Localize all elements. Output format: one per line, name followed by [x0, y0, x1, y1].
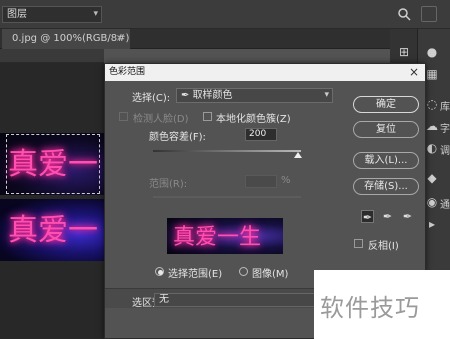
- range-slider-track: [153, 196, 301, 198]
- invert-checkbox[interactable]: [354, 239, 363, 248]
- eyedropper-icon: ✒: [181, 90, 193, 101]
- layers-icon[interactable]: ◆: [424, 170, 440, 186]
- save-button[interactable]: 存储(S)...: [353, 178, 419, 195]
- layer-select-value: 图层: [7, 9, 27, 20]
- selection-preview-value: 无: [159, 294, 169, 305]
- dock-label-char: 字: [440, 124, 450, 135]
- selection-radio-label: 选择范围(E): [168, 269, 223, 280]
- close-icon[interactable]: ×: [409, 64, 419, 81]
- selection-preview-image: 真爱一生: [167, 218, 283, 254]
- canvas-image-bottom[interactable]: 真爱一: [0, 199, 104, 261]
- learn-icon[interactable]: ◌: [424, 96, 440, 112]
- select-dropdown[interactable]: ✒ 取样颜色 ▾: [176, 88, 333, 103]
- eyedropper-minus-icon[interactable]: ✒: [401, 210, 414, 223]
- dialog-title-bar[interactable]: 色彩范围: [105, 64, 425, 81]
- fuzziness-label: 颜色容差(F):: [149, 132, 206, 143]
- close-icon[interactable]: ×: [116, 29, 124, 49]
- document-tab-bar: 0.jpg @ 100%(RGB/8#) ×: [0, 29, 390, 49]
- detect-faces-checkbox: [119, 112, 128, 121]
- dock-label-library: 库: [440, 102, 450, 113]
- layer-sample-select[interactable]: 图层 ▾: [2, 6, 102, 23]
- range-label: 范围(R):: [149, 179, 188, 190]
- canvas-art-text: 真爱一: [8, 213, 98, 248]
- preview-art-text: 真爱一生: [173, 225, 262, 250]
- fuzziness-slider-track[interactable]: [153, 150, 301, 152]
- dock-label-adjust: 调: [440, 146, 450, 157]
- dock-label-channel: 通: [440, 200, 450, 211]
- chevron-down-icon: ▾: [93, 9, 98, 19]
- detect-faces-label: 检测人脸(D): [133, 114, 189, 125]
- selection-preview-dropdown[interactable]: 无: [154, 293, 324, 307]
- eyedropper-plus-icon[interactable]: ✒: [381, 210, 394, 223]
- search-icon[interactable]: [397, 7, 411, 21]
- adjustments-icon[interactable]: ◐: [424, 140, 440, 156]
- tab-label: 0.jpg @ 100%(RGB/8#): [12, 33, 130, 44]
- color-icon[interactable]: ●: [424, 44, 440, 60]
- swatches-icon[interactable]: ▦: [424, 66, 440, 82]
- reset-button[interactable]: 复位: [353, 121, 419, 138]
- options-bar: 图层 ▾: [0, 0, 450, 29]
- eyedropper-icon[interactable]: ✒: [361, 210, 374, 224]
- paths-icon[interactable]: ▸: [424, 216, 440, 232]
- range-input: [245, 175, 277, 188]
- selection-marquee: [6, 134, 100, 194]
- chevron-down-icon: ▾: [324, 90, 329, 100]
- watermark-text: 软件技巧: [320, 294, 420, 322]
- select-label: 选择(C):: [132, 93, 171, 104]
- image-radio[interactable]: [239, 267, 248, 276]
- selection-radio[interactable]: [155, 267, 164, 276]
- workspace-icon[interactable]: [421, 6, 437, 22]
- invert-label: 反相(I): [368, 241, 399, 252]
- image-radio-label: 图像(M): [252, 269, 289, 280]
- localized-clusters-checkbox[interactable]: [203, 112, 212, 121]
- fuzziness-input[interactable]: 200: [245, 128, 277, 141]
- libraries-icon[interactable]: ☁: [424, 118, 440, 134]
- localized-clusters-label: 本地化颜色簇(Z): [216, 114, 291, 125]
- range-unit: %: [281, 175, 291, 186]
- fuzziness-slider-thumb[interactable]: [294, 152, 302, 158]
- history-icon[interactable]: ⊞: [396, 44, 412, 60]
- dialog-title: 色彩范围: [109, 67, 146, 77]
- tab-document[interactable]: 0.jpg @ 100%(RGB/8#) ×: [2, 29, 130, 49]
- ruler: [0, 49, 104, 63]
- load-button[interactable]: 载入(L)...: [353, 152, 419, 169]
- channels-icon[interactable]: ◉: [424, 194, 440, 210]
- select-value: 取样颜色: [192, 90, 233, 101]
- ok-button[interactable]: 确定: [353, 96, 419, 113]
